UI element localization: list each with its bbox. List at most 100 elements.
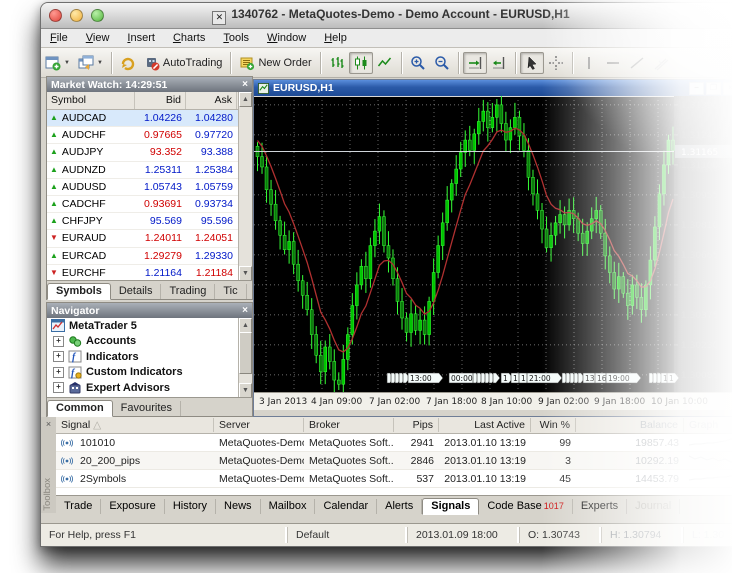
expand-icon[interactable]: + [53, 336, 64, 347]
expand-icon[interactable]: + [53, 351, 64, 362]
candlestick-chart-button[interactable] [349, 52, 373, 74]
column-header-signal[interactable]: Signal △ [56, 418, 214, 432]
column-header-broker[interactable]: Broker [304, 418, 394, 432]
vertical-line-button[interactable] [577, 52, 601, 74]
tab-calendar[interactable]: Calendar [315, 499, 377, 514]
column-header-balance[interactable]: Balance [576, 418, 684, 432]
tab-news[interactable]: News [216, 499, 261, 514]
expand-icon[interactable]: + [53, 382, 64, 393]
column-header-server[interactable]: Server [214, 418, 304, 432]
tab-common[interactable]: Common [47, 400, 113, 417]
new-chart-button[interactable]: ▼ [41, 52, 74, 74]
refresh-button[interactable] [116, 52, 140, 74]
navigator-scrollbar[interactable]: ▲ ▼ [238, 318, 252, 398]
zoom-in-button[interactable] [406, 52, 430, 74]
column-header-win-[interactable]: Win % [531, 418, 576, 432]
tab-signals[interactable]: Signals [422, 498, 479, 515]
horizontal-line-button[interactable] [601, 52, 625, 74]
signals-table[interactable]: Signal △ServerBrokerPipsLast ActiveWin %… [56, 417, 732, 495]
column-header-pips[interactable]: Pips [394, 418, 439, 432]
expand-icon[interactable]: + [53, 367, 64, 378]
navigator-header[interactable]: Navigator × [47, 303, 252, 318]
tree-item-expert-advisors[interactable]: +Expert Advisors [47, 380, 239, 396]
tab-experts[interactable]: Experts [573, 499, 627, 514]
profiles-button[interactable]: ▼ [74, 52, 107, 74]
status-profile[interactable]: Default [287, 527, 407, 543]
tree-item-accounts[interactable]: +Accounts [47, 334, 239, 350]
title-bar[interactable]: ✕1340762 - MetaQuotes-Demo - Demo Accoun… [41, 3, 732, 29]
signal-icon [60, 456, 74, 466]
symbol-row-cadchf[interactable]: ▲CADCHF0.936910.93734 [47, 196, 252, 213]
symbol-row-eurcad[interactable]: ▲EURCAD1.292791.29330 [47, 248, 252, 265]
new-order-button[interactable]: New Order [235, 52, 315, 74]
tab-journal[interactable]: Journal [627, 499, 680, 514]
trendline-button[interactable] [625, 52, 649, 74]
zoom-out-button[interactable] [430, 52, 454, 74]
symbol-row-audjpy[interactable]: ▲AUDJPY93.35293.388 [47, 144, 252, 161]
tree-item-indicators[interactable]: +fIndicators [47, 349, 239, 365]
scroll-up-icon[interactable]: ▲ [239, 92, 252, 107]
cursor-button[interactable] [520, 52, 544, 74]
tree-item-metatrader-5[interactable]: MetaTrader 5 [47, 318, 239, 334]
bid-value: 93.352 [135, 146, 186, 158]
symbol-row-audchf[interactable]: ▲AUDCHF0.976650.97720 [47, 127, 252, 144]
tab-trading[interactable]: Trading [161, 284, 215, 299]
column-header-symbol[interactable]: Symbol [47, 92, 135, 109]
menu-item-window[interactable]: Window [258, 31, 315, 45]
chart-restore-icon[interactable]: ❐ [706, 82, 721, 95]
menu-item-insert[interactable]: Insert [118, 31, 164, 45]
symbol-row-audusd[interactable]: ▲AUDUSD1.057431.05759 [47, 179, 252, 196]
signal-row-20_200_pips[interactable]: 20_200_pipsMetaQuotes-DemoMetaQuotes Sof… [56, 452, 732, 470]
auto-scroll-button[interactable] [463, 52, 487, 74]
scroll-thumb[interactable] [239, 332, 252, 374]
bid-value: 1.29279 [135, 250, 186, 262]
menu-item-view[interactable]: View [77, 31, 119, 45]
market-watch-table[interactable]: SymbolBidAsk▲AUDCAD1.042261.04280▲AUDCHF… [47, 92, 252, 281]
chart-close-icon[interactable]: × [723, 82, 732, 95]
tree-item-custom-indicators[interactable]: +fCustom Indicators [47, 365, 239, 381]
menu-item-charts[interactable]: Charts [164, 31, 214, 45]
column-header-bid[interactable]: Bid [135, 92, 186, 109]
menu-item-file[interactable]: File [41, 31, 77, 45]
tab-trade[interactable]: Trade [56, 499, 101, 514]
column-header-last-active[interactable]: Last Active [439, 418, 531, 432]
signal-row-101010[interactable]: 101010MetaQuotes-DemoMetaQuotes Soft...2… [56, 434, 732, 452]
close-icon[interactable]: × [41, 419, 56, 429]
chart-minimize-icon[interactable]: − [689, 82, 704, 95]
tab-favourites[interactable]: Favourites [113, 401, 181, 416]
column-header-graph[interactable]: Graph [684, 418, 732, 432]
menu-item-tools[interactable]: Tools [214, 31, 258, 45]
market-watch-scrollbar[interactable]: ▲ ▼ [238, 92, 252, 281]
symbol-row-audcad[interactable]: ▲AUDCAD1.042261.04280 [47, 110, 252, 127]
menu-item-help[interactable]: Help [315, 31, 356, 45]
scroll-down-icon[interactable]: ▼ [239, 383, 252, 398]
autotrading-button[interactable]: AutoTrading [140, 52, 227, 74]
tab-alerts[interactable]: Alerts [377, 499, 422, 514]
scroll-down-icon[interactable]: ▼ [239, 266, 252, 281]
tab-code-base[interactable]: Code Base1017 [479, 499, 572, 514]
crosshair-button[interactable] [544, 52, 568, 74]
signal-name: 2Symbols [80, 473, 126, 485]
signal-row-2symbols[interactable]: 2SymbolsMetaQuotes-DemoMetaQuotes Soft..… [56, 470, 732, 488]
price-chart[interactable]: 1.313901.312451.311001.309551.308101.306… [254, 96, 732, 410]
symbol-row-audnzd[interactable]: ▲AUDNZD1.253111.25384 [47, 162, 252, 179]
column-header-ask[interactable]: Ask [186, 92, 237, 109]
scroll-up-icon[interactable]: ▲ [239, 318, 252, 333]
symbol-row-chfjpy[interactable]: ▲CHFJPY95.56995.596 [47, 213, 252, 230]
tab-exposure[interactable]: Exposure [101, 499, 164, 514]
tab-history[interactable]: History [165, 499, 216, 514]
chart-title-bar[interactable]: EURUSD,H1 − ❐ × [254, 80, 732, 96]
channel-tool-button[interactable] [649, 52, 673, 74]
close-icon[interactable]: × [242, 306, 248, 316]
symbol-row-euraud[interactable]: ▼EURAUD1.240111.24051 [47, 230, 252, 247]
tab-mailbox[interactable]: Mailbox [261, 499, 316, 514]
chart-shift-button[interactable] [487, 52, 511, 74]
navigator-tree[interactable]: MetaTrader 5+Accounts+fIndicators+fCusto… [47, 318, 239, 398]
tab-details[interactable]: Details [111, 284, 162, 299]
market-watch-header[interactable]: Market Watch: 14:29:51 × [47, 77, 252, 92]
line-chart-button[interactable] [373, 52, 397, 74]
bar-chart-button[interactable] [325, 52, 349, 74]
tab-tic[interactable]: Tic [215, 284, 246, 299]
tab-symbols[interactable]: Symbols [47, 283, 111, 300]
close-icon[interactable]: × [242, 80, 248, 90]
